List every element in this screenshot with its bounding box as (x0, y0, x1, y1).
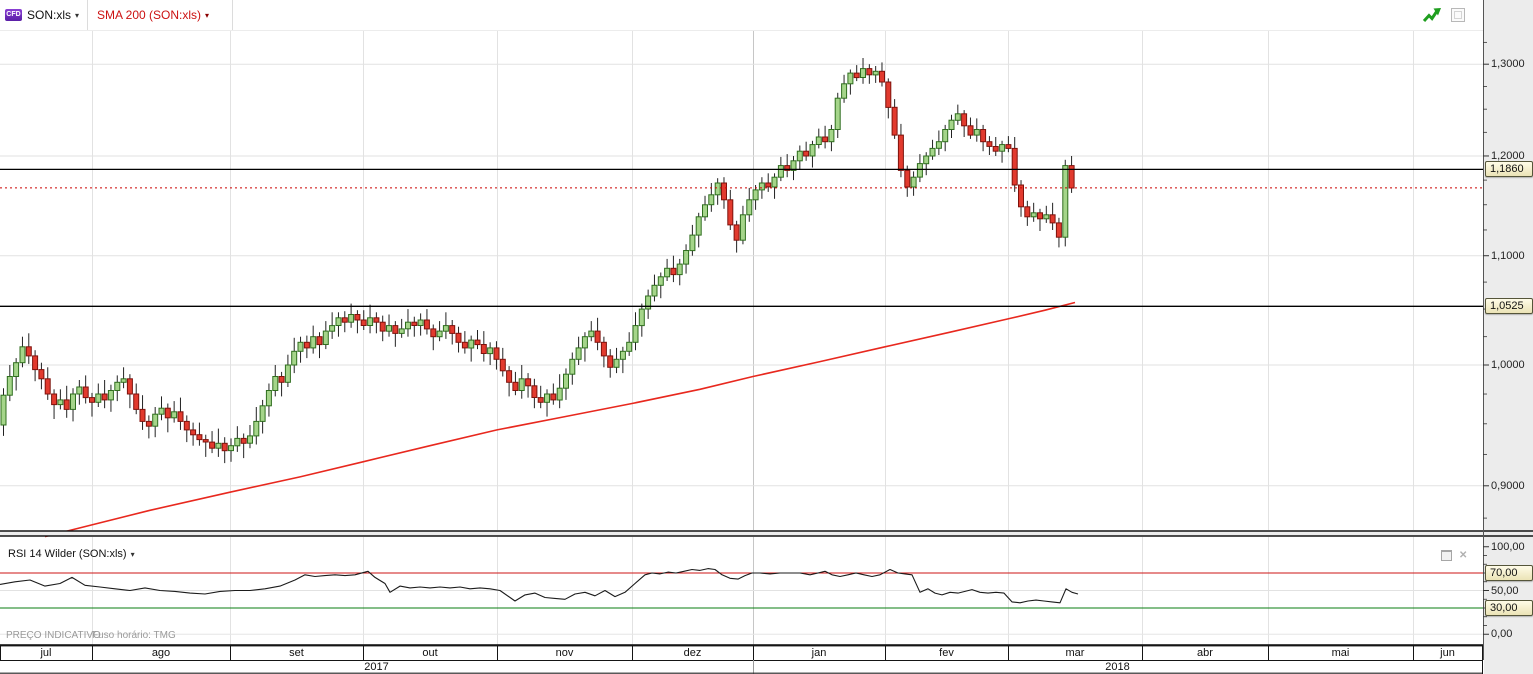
instrument-label[interactable]: SON:xls (27, 8, 71, 22)
chart-toolbar: CFD SON:xls ▾ SMA 200 (SON:xls) ▾ (0, 0, 1483, 31)
rsi-panel-buttons: ✕ (1441, 550, 1467, 561)
chevron-down-icon[interactable]: ▾ (205, 11, 209, 20)
rsi-indicator-selector[interactable]: RSI 14 Wilder (SON:xls) ▾ (8, 548, 135, 560)
trade-arrow-icon[interactable] (1422, 7, 1442, 24)
chevron-down-icon[interactable]: ▾ (131, 550, 135, 559)
cfd-badge: CFD (5, 9, 22, 21)
rsi-title[interactable]: RSI 14 Wilder (SON:xls) (8, 548, 127, 560)
sma-indicator-selector[interactable]: SMA 200 (SON:xls) ▾ (88, 0, 233, 30)
sma-indicator-label[interactable]: SMA 200 (SON:xls) (97, 8, 201, 22)
indicative-price-status: PREÇO INDICATIVO (6, 630, 101, 641)
chart-canvas[interactable] (0, 0, 1533, 674)
instrument-selector[interactable]: CFD SON:xls ▾ (0, 0, 88, 30)
chevron-down-icon[interactable]: ▾ (75, 11, 79, 20)
trading-app-window: 1,3000 1,2000 1,1000 1,0000 0,9000 100,00 50,0… (0, 0, 1533, 674)
restore-window-icon[interactable] (1441, 550, 1452, 561)
toolbar-icons (1422, 7, 1465, 24)
window-icon[interactable] (1451, 8, 1465, 22)
close-icon[interactable]: ✕ (1459, 550, 1467, 561)
timezone-status: Fuso horário: TMG (92, 630, 176, 641)
